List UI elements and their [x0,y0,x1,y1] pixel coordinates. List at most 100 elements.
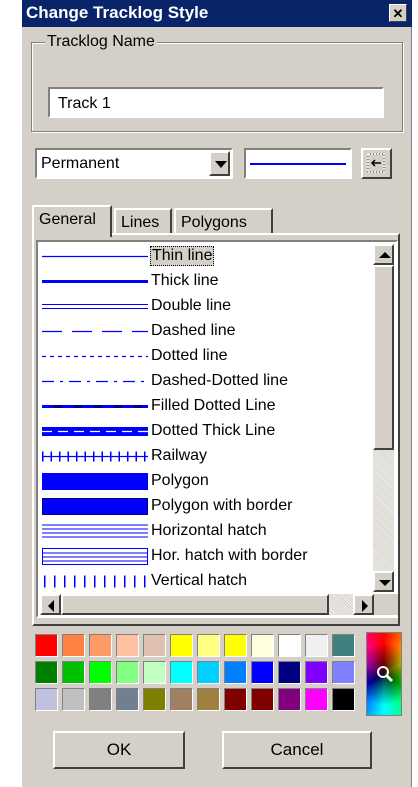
arrow-left-icon [48,600,54,612]
horizontal-hatch-swatch [42,524,148,538]
list-item-polygon-with-border[interactable]: Polygon with border [40,494,370,519]
color-swatch[interactable] [143,688,166,711]
thick-line-swatch [42,280,148,283]
color-swatch[interactable] [143,634,166,657]
color-swatch[interactable] [62,634,85,657]
tracklog-type-select[interactable]: Permanent [35,148,233,179]
list-item-label: Dashed line [151,322,236,339]
vertical-scroll-thumb[interactable] [373,265,394,450]
hor-hatch-with-border-swatch [42,548,148,565]
tracklog-name-label: Tracklog Name [45,33,157,51]
pick-arrow-icon [367,153,385,173]
tab-general[interactable]: General [32,205,112,237]
cancel-button[interactable]: Cancel [222,731,372,769]
color-swatch[interactable] [116,688,139,711]
color-swatch[interactable] [170,634,193,657]
ok-button[interactable]: OK [53,731,185,769]
color-swatch[interactable] [89,661,112,684]
color-swatch[interactable] [170,688,193,711]
color-swatch[interactable] [305,661,328,684]
thin-line-swatch [42,255,148,258]
color-swatch[interactable] [197,688,220,711]
color-swatch[interactable] [305,688,328,711]
dotted-thick-line-swatch [42,427,148,436]
dashed-line-swatch [42,330,148,333]
color-swatch[interactable] [62,661,85,684]
color-swatch[interactable] [251,634,274,657]
scroll-left-button[interactable] [40,594,61,615]
list-item-double-line[interactable]: Double line [40,294,370,319]
dashed-dotted-line-swatch [42,380,148,383]
vertical-scrollbar[interactable] [373,244,394,592]
color-swatch[interactable] [116,661,139,684]
color-swatch[interactable] [332,661,355,684]
list-item-label: Vertical hatch [151,572,248,589]
horizontal-scrollbar[interactable] [40,594,374,615]
color-swatch[interactable] [278,634,301,657]
list-item-dotted-thick-line[interactable]: Dotted Thick Line [40,419,370,444]
style-list[interactable]: Thin line Thick line Double line Dashed … [36,240,398,618]
list-item-label: Dashed-Dotted line [151,372,288,389]
polygon-swatch [42,473,148,490]
color-swatch[interactable] [143,661,166,684]
arrow-right-icon [362,600,368,612]
list-item-label: Polygon [151,472,209,489]
title-bar: Change Tracklog Style ✕ [22,0,412,27]
tab-lines[interactable]: Lines [114,208,172,235]
list-item-vertical-hatch[interactable]: Vertical hatch [40,569,370,592]
scroll-right-button[interactable] [353,594,374,615]
list-item-hor-hatch-with-border[interactable]: Hor. hatch with border [40,544,370,569]
change-tracklog-style-dialog: Change Tracklog Style ✕ Tracklog Name Tr… [22,0,412,787]
color-swatch[interactable] [170,661,193,684]
scroll-up-button[interactable] [373,244,394,265]
color-swatch[interactable] [197,634,220,657]
list-item-dashed-dotted-line[interactable]: Dashed-Dotted line [40,369,370,394]
color-swatch[interactable] [224,661,247,684]
color-swatch[interactable] [332,688,355,711]
horizontal-scroll-thumb[interactable] [61,594,329,615]
tab-polygons[interactable]: Polygons [174,208,273,235]
vertical-hatch-swatch [44,575,148,588]
list-item-label: Horizontal hatch [151,522,267,539]
color-palette [33,631,403,717]
apply-style-button[interactable] [361,148,392,179]
color-swatch[interactable] [35,661,58,684]
color-swatch[interactable] [305,634,328,657]
dropdown-button[interactable] [209,151,230,176]
list-item-horizontal-hatch[interactable]: Horizontal hatch [40,519,370,544]
list-item-label: Railway [151,447,208,464]
list-item-thick-line[interactable]: Thick line [40,269,370,294]
dotted-line-swatch [42,355,148,358]
tracklog-name-group: Tracklog Name Track 1 [31,33,403,132]
list-item-railway[interactable]: Railway [40,444,370,469]
color-swatch[interactable] [116,634,139,657]
color-swatch[interactable] [35,688,58,711]
list-item-label: Dotted Thick Line [151,422,276,439]
color-swatch[interactable] [224,688,247,711]
list-item-label: Polygon with border [151,497,293,514]
color-swatch[interactable] [35,634,58,657]
list-item-dotted-line[interactable]: Dotted line [40,344,370,369]
scroll-down-button[interactable] [373,571,394,592]
list-item-thin-line[interactable]: Thin line [40,244,370,269]
custom-color-button[interactable] [366,632,402,716]
color-swatch[interactable] [89,688,112,711]
color-swatch[interactable] [278,688,301,711]
list-item-polygon[interactable]: Polygon [40,469,370,494]
color-swatch[interactable] [224,634,247,657]
close-button[interactable]: ✕ [389,4,407,22]
tracklog-name-input[interactable]: Track 1 [48,87,384,118]
color-swatch[interactable] [251,688,274,711]
color-swatch[interactable] [62,688,85,711]
list-item-label: Filled Dotted Line [151,397,276,414]
arrow-down-icon [379,580,391,586]
color-swatch[interactable] [89,634,112,657]
list-item-filled-dotted-line[interactable]: Filled Dotted Line [40,394,370,419]
color-swatch[interactable] [332,634,355,657]
list-item-dashed-line[interactable]: Dashed line [40,319,370,344]
preview-line [250,163,346,165]
color-swatch[interactable] [197,661,220,684]
filled-dotted-line-swatch [42,405,148,408]
color-swatch[interactable] [251,661,274,684]
color-swatch[interactable] [278,661,301,684]
